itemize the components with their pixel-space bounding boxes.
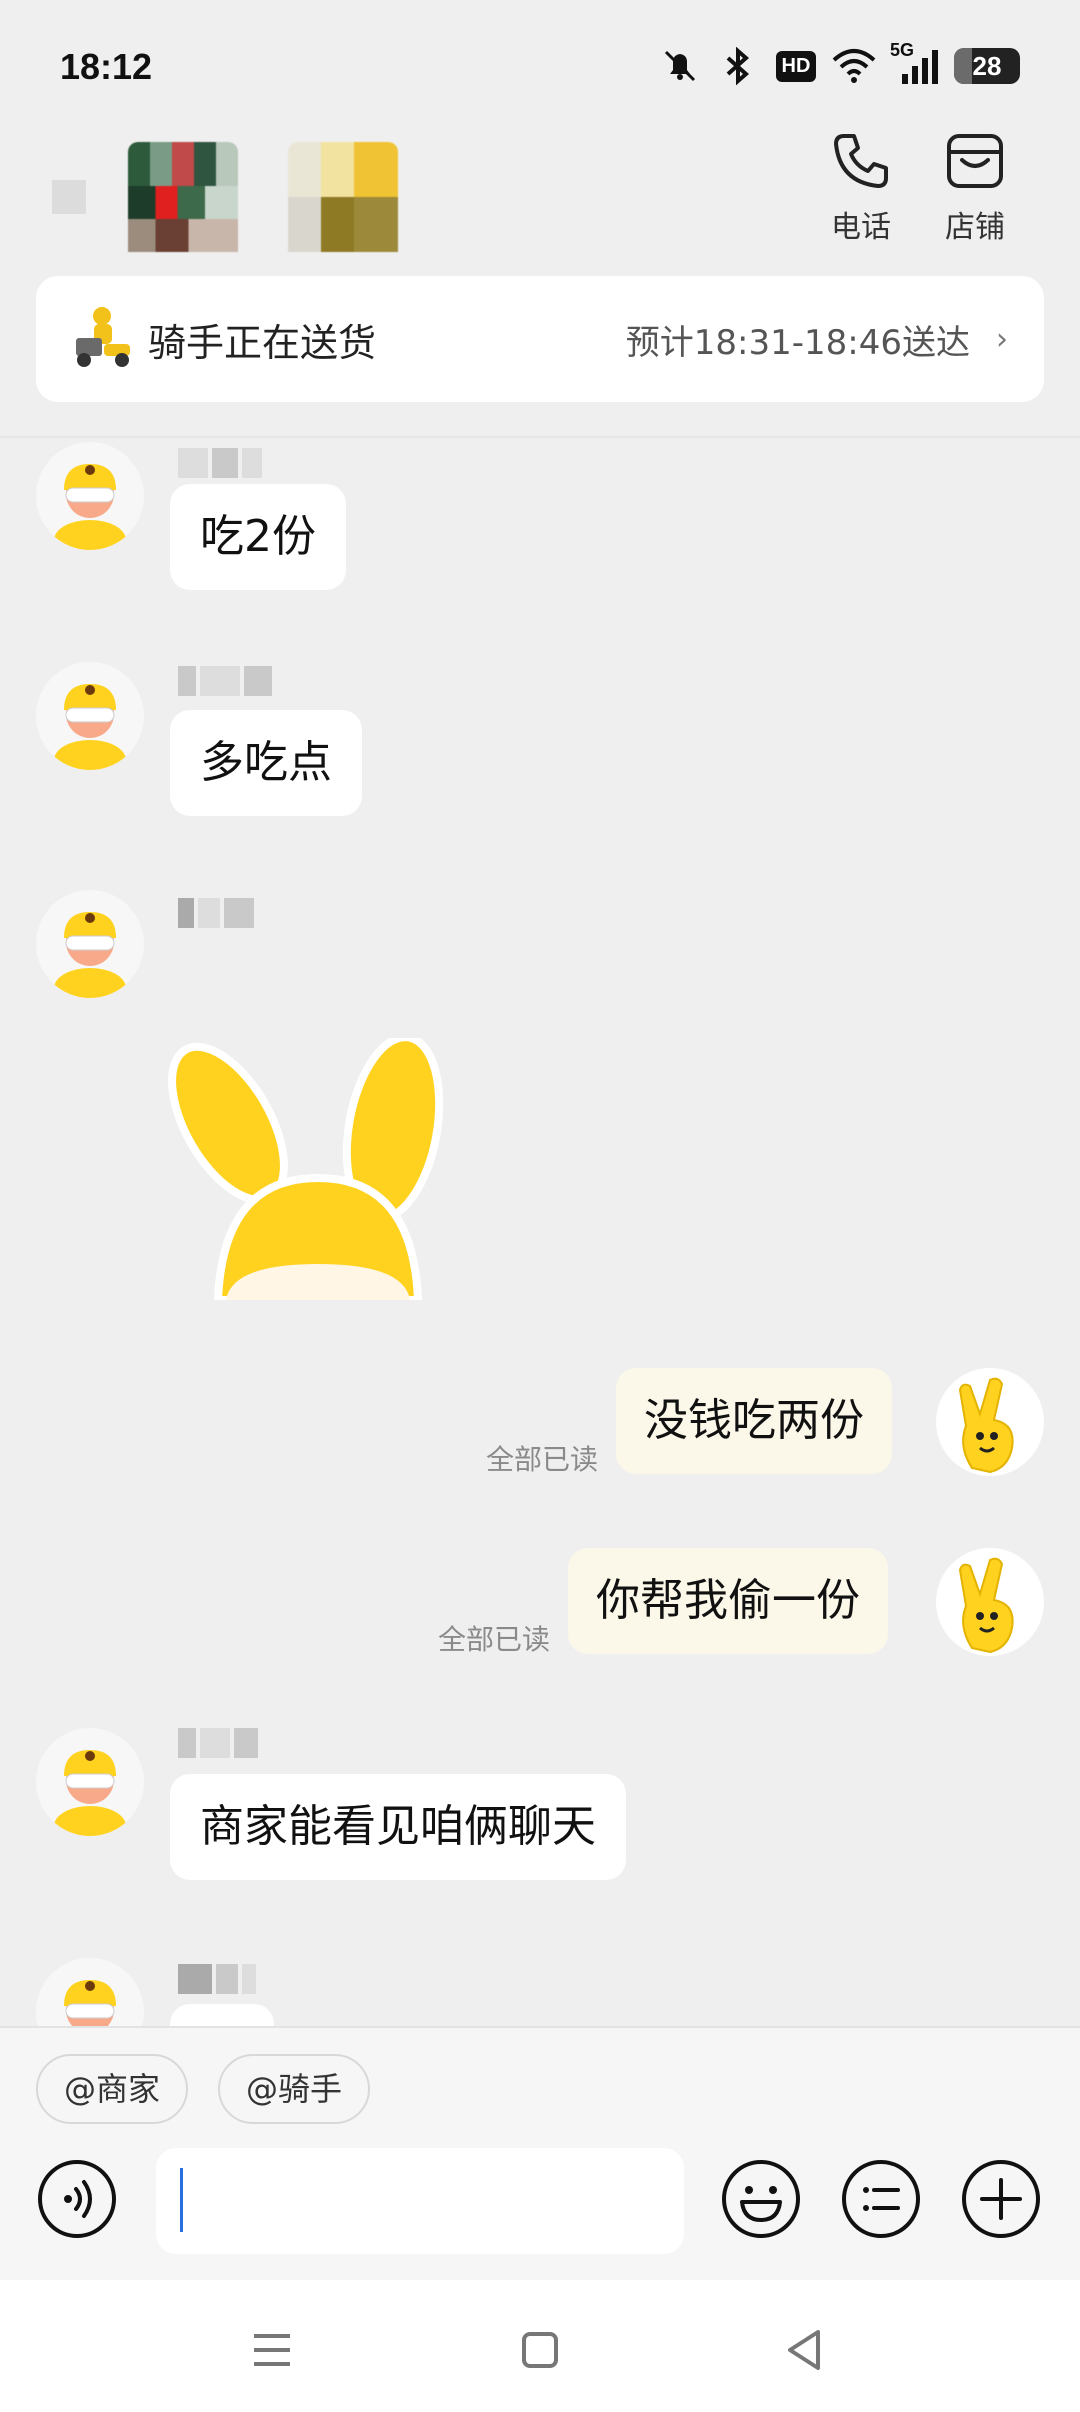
message-bubble[interactable]: 多吃点 bbox=[170, 710, 362, 816]
rider-message-avatar[interactable] bbox=[36, 890, 144, 998]
status-icons: HD 5G 28 bbox=[658, 40, 1020, 88]
square-home-icon bbox=[522, 2332, 558, 2368]
bluetooth-icon bbox=[716, 44, 760, 88]
hd-icon: HD bbox=[774, 44, 818, 88]
rider-avatar-icon bbox=[54, 684, 126, 770]
add-more-button[interactable] bbox=[960, 2158, 1042, 2240]
merchant-avatar[interactable] bbox=[128, 142, 238, 252]
text-caret bbox=[180, 2168, 183, 2232]
rider-avatar-icon bbox=[64, 1980, 116, 2026]
mention-merchant-chip[interactable]: @商家 bbox=[36, 2054, 189, 2124]
delivery-rider-icon bbox=[76, 307, 130, 367]
rider-avatar[interactable] bbox=[288, 142, 398, 252]
home-nav-button[interactable] bbox=[510, 2320, 570, 2380]
bunny-ears-sticker[interactable] bbox=[168, 1038, 488, 1300]
network-type: 5G bbox=[890, 40, 915, 60]
delivery-status-card[interactable]: 骑手正在送货 预计18:31-18:46送达 › bbox=[36, 276, 1044, 402]
back-nav-button[interactable] bbox=[774, 2320, 834, 2380]
wifi-icon bbox=[832, 44, 876, 88]
hand-mascot-icon bbox=[958, 1557, 1014, 1654]
rider-avatar-icon bbox=[54, 1750, 126, 1836]
sender-name-blurred bbox=[178, 666, 276, 702]
battery-indicator: 28 bbox=[954, 48, 1020, 84]
shop-icon bbox=[947, 134, 1003, 188]
outgoing-message-bubble[interactable]: 没钱吃两份 bbox=[616, 1368, 892, 1474]
message-bubble[interactable]: 商家能看见咱俩聊天 bbox=[170, 1774, 626, 1880]
phone-button[interactable]: 电话 bbox=[816, 130, 906, 246]
rider-message-avatar[interactable] bbox=[36, 662, 144, 770]
hand-mascot-icon bbox=[958, 1377, 1014, 1474]
read-status: 全部已读 bbox=[438, 1623, 551, 1656]
mention-rider-chip[interactable]: @骑手 bbox=[218, 2054, 371, 2124]
self-avatar[interactable] bbox=[936, 1548, 1044, 1656]
rider-avatar-icon bbox=[54, 464, 126, 550]
input-panel: @商家 @骑手 bbox=[0, 2026, 1080, 2280]
sender-name-blurred bbox=[178, 1728, 262, 1764]
rider-message-avatar[interactable] bbox=[36, 1728, 144, 1836]
mute-bell-icon bbox=[658, 44, 702, 88]
emoji-button[interactable] bbox=[720, 2158, 802, 2240]
message-input[interactable] bbox=[156, 2148, 684, 2254]
quick-phrases-button[interactable] bbox=[840, 2158, 922, 2240]
self-avatar[interactable] bbox=[936, 1368, 1044, 1476]
shop-label: 店铺 bbox=[945, 210, 1005, 245]
phone-label: 电话 bbox=[831, 210, 891, 245]
sender-name-blurred bbox=[178, 898, 258, 934]
delivery-status-text: 骑手正在送货 bbox=[148, 320, 377, 365]
system-navigation-bar bbox=[0, 2280, 1080, 2412]
pixel-blur bbox=[52, 180, 86, 214]
sender-name-blurred bbox=[178, 448, 266, 484]
delivery-eta: 预计18:31-18:46送达 bbox=[625, 322, 970, 363]
status-bar: 18:12 HD 5G 28 bbox=[0, 0, 1080, 130]
message-bubble-partial[interactable] bbox=[170, 2004, 274, 2026]
voice-input-button[interactable] bbox=[36, 2158, 118, 2240]
menu-icon bbox=[254, 2334, 290, 2366]
phone-icon bbox=[834, 134, 888, 188]
sender-name-blurred bbox=[178, 1964, 260, 2000]
outgoing-message-bubble[interactable]: 你帮我偷一份 bbox=[568, 1548, 888, 1654]
message-bubble[interactable]: 吃2份 bbox=[170, 484, 346, 590]
read-status: 全部已读 bbox=[486, 1443, 599, 1476]
chevron-right-icon: › bbox=[996, 321, 1008, 357]
cellular-signal-icon: 5G bbox=[890, 40, 940, 88]
chat-message-list[interactable]: 吃2份 多吃点 全部已读 没钱吃两份 全部已读 你帮我偷一份 商家能看见咱俩聊天 bbox=[0, 438, 1080, 2026]
shop-button[interactable]: 店铺 bbox=[930, 130, 1020, 246]
rider-avatar-icon bbox=[54, 912, 126, 998]
battery-level: 28 bbox=[972, 50, 1002, 81]
rider-message-avatar[interactable] bbox=[36, 442, 144, 550]
chat-header: 电话 店铺 bbox=[0, 130, 1080, 270]
back-triangle-icon bbox=[788, 2330, 820, 2370]
menu-nav-button[interactable] bbox=[242, 2320, 302, 2380]
status-time: 18:12 bbox=[60, 46, 153, 87]
rider-message-avatar[interactable] bbox=[36, 1958, 144, 2026]
